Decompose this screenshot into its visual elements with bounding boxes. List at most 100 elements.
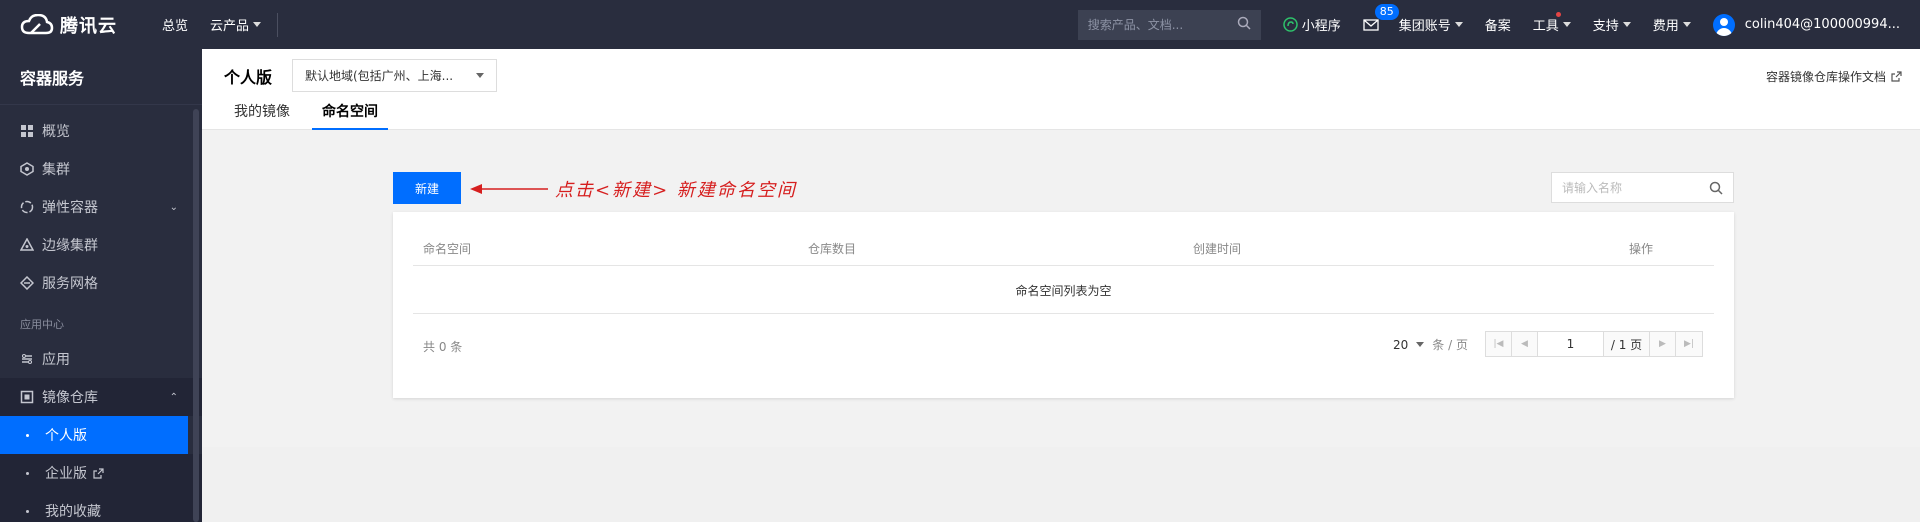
pagination: |◀ ◀ 1 / 1 页 ▶ ▶| <box>1485 331 1703 357</box>
logo[interactable]: 腾讯云 <box>20 12 140 38</box>
annotation-arrow-icon <box>470 184 548 194</box>
name-search-input[interactable]: 请输入名称 <box>1551 172 1734 203</box>
region-select[interactable]: 默认地域(包括广州、上海... <box>292 59 497 92</box>
cloud-logo-icon <box>20 13 54 36</box>
sidebar-item-application[interactable]: 应用 <box>0 340 202 378</box>
chevron-down-icon <box>1454 22 1463 27</box>
sidebar-item-cluster[interactable]: 集群 <box>0 150 202 188</box>
total-count: 共 0 条 <box>423 340 463 354</box>
page-background <box>202 447 1920 522</box>
sidebar-item-label: 边缘集群 <box>42 238 98 254</box>
beian-link[interactable]: 备案 <box>1485 15 1511 34</box>
sidebar-item-label: 集群 <box>42 162 70 178</box>
next-page-icon[interactable]: ▶ <box>1650 332 1676 356</box>
chevron-down-icon <box>1416 342 1425 347</box>
bullet-icon <box>26 433 29 437</box>
group-account-menu[interactable]: 集团账号 <box>1399 15 1463 34</box>
sidebar-item-elastic-container[interactable]: 弹性容器 ⌄ <box>0 188 202 226</box>
mini-program-label: 小程序 <box>1301 19 1341 34</box>
cluster-icon <box>20 162 34 176</box>
chevron-down-icon <box>476 73 484 78</box>
column-header-actions: 操作 <box>1628 242 1653 256</box>
sidebar-item-edge-cluster[interactable]: 边缘集群 <box>0 226 202 264</box>
application-icon <box>20 352 34 366</box>
chevron-down-icon: ⌄ <box>169 201 178 213</box>
elastic-icon <box>20 200 34 214</box>
top-navbar: 腾讯云 总览 云产品 搜索产品、文档... 小程序 85 集团账号 备案 工具 … <box>0 0 1920 49</box>
empty-state: 命名空间列表为空 <box>413 267 1714 314</box>
notification-dot <box>1555 12 1561 17</box>
external-link-icon <box>93 467 104 479</box>
page-number-input[interactable]: 1 <box>1538 332 1604 356</box>
last-page-icon[interactable]: ▶| <box>1676 332 1702 356</box>
sidebar-item-service-mesh[interactable]: 服务网格 <box>0 264 202 302</box>
sidebar-item-label: 企业版 <box>45 466 87 482</box>
first-page-icon[interactable]: |◀ <box>1486 332 1512 356</box>
tools-menu[interactable]: 工具 <box>1532 12 1571 34</box>
sidebar-item-label: 弹性容器 <box>42 200 98 216</box>
nav-products-label: 云产品 <box>210 19 250 34</box>
column-header-namespace: 命名空间 <box>423 242 472 256</box>
tab-namespaces[interactable]: 命名空间 <box>312 99 388 130</box>
edge-icon <box>20 238 34 252</box>
table-header: 命名空间 仓库数目 创建时间 操作 <box>413 240 1714 266</box>
doc-link[interactable]: 容器镜像仓库操作文档 <box>1766 68 1902 85</box>
doc-link-label: 容器镜像仓库操作文档 <box>1765 70 1886 84</box>
mail-button[interactable]: 85 <box>1363 3 1399 31</box>
avatar <box>1712 13 1735 36</box>
sidebar-item-overview[interactable]: 概览 <box>0 112 202 150</box>
support-label: 支持 <box>1592 19 1619 34</box>
sidebar-item-label: 个人版 <box>45 428 87 444</box>
annotation-text: 点击<新建> 新建命名空间 <box>555 180 797 201</box>
divider <box>277 12 279 37</box>
mesh-icon <box>20 276 34 290</box>
sidebar-scrollbar[interactable] <box>193 109 199 522</box>
group-account-label: 集团账号 <box>1398 19 1451 34</box>
total-pages: / 1 页 <box>1604 332 1650 356</box>
sidebar-item-label: 镜像仓库 <box>42 390 98 406</box>
nav-overview[interactable]: 总览 <box>162 15 188 34</box>
name-search-placeholder: 请输入名称 <box>1562 181 1623 195</box>
mini-program-icon <box>1282 17 1298 32</box>
tools-label: 工具 <box>1532 19 1559 34</box>
billing-menu[interactable]: 费用 <box>1653 15 1691 34</box>
page-size-value: 20 <box>1393 337 1409 352</box>
tab-bar: 我的镜像 命名空间 <box>224 99 400 130</box>
search-icon[interactable] <box>1237 16 1251 33</box>
namespace-table: 命名空间 仓库数目 创建时间 操作 命名空间列表为空 共 0 条 20 条 / … <box>393 212 1734 398</box>
prev-page-icon[interactable]: ◀ <box>1512 332 1538 356</box>
region-select-value: 默认地域(包括广州、上海... <box>305 69 454 83</box>
bullet-icon <box>26 509 29 513</box>
chevron-down-icon <box>1622 22 1631 27</box>
sidebar: 容器服务 概览 集群 弹性容器 ⌄ 边缘集群 服务网格 应用中心 应用 镜像仓库… <box>0 49 202 522</box>
page-size-select[interactable]: 20 条 / 页 <box>1393 336 1468 353</box>
sidebar-item-image-registry[interactable]: 镜像仓库 ⌃ <box>0 378 202 416</box>
content-header: 个人版 默认地域(包括广州、上海... 容器镜像仓库操作文档 我的镜像 命名空间 <box>202 49 1920 130</box>
search-icon[interactable] <box>1709 181 1723 195</box>
nav-products[interactable]: 云产品 <box>210 15 262 34</box>
sidebar-item-personal[interactable]: 个人版 <box>0 416 188 454</box>
sidebar-item-label: 服务网格 <box>42 276 98 292</box>
sidebar-item-favorites[interactable]: 我的收藏 <box>0 492 202 522</box>
search-placeholder: 搜索产品、文档... <box>1087 18 1184 32</box>
new-namespace-button[interactable]: 新建 <box>393 172 461 204</box>
mini-program-link[interactable]: 小程序 <box>1282 15 1341 34</box>
user-menu[interactable]: colin404@100000994... <box>1712 13 1900 36</box>
page-size-unit: 条 / 页 <box>1432 338 1468 352</box>
sidebar-group-label: 应用中心 <box>20 318 64 331</box>
tab-my-images[interactable]: 我的镜像 <box>224 99 300 130</box>
column-header-repo-count: 仓库数目 <box>808 242 857 256</box>
global-search-input[interactable]: 搜索产品、文档... <box>1077 9 1261 40</box>
chevron-down-icon <box>1682 22 1691 27</box>
mail-icon <box>1363 18 1379 31</box>
billing-label: 费用 <box>1652 19 1679 34</box>
page-title: 个人版 <box>224 68 273 87</box>
support-menu[interactable]: 支持 <box>1593 15 1631 34</box>
chevron-down-icon <box>253 22 262 27</box>
chevron-up-icon: ⌃ <box>169 391 178 403</box>
user-name: colin404@100000994... <box>1744 17 1900 32</box>
sidebar-item-enterprise[interactable]: 企业版 <box>0 454 202 492</box>
mail-count-badge: 85 <box>1374 3 1399 20</box>
sidebar-title: 容器服务 <box>0 49 202 105</box>
bullet-icon <box>26 471 29 475</box>
